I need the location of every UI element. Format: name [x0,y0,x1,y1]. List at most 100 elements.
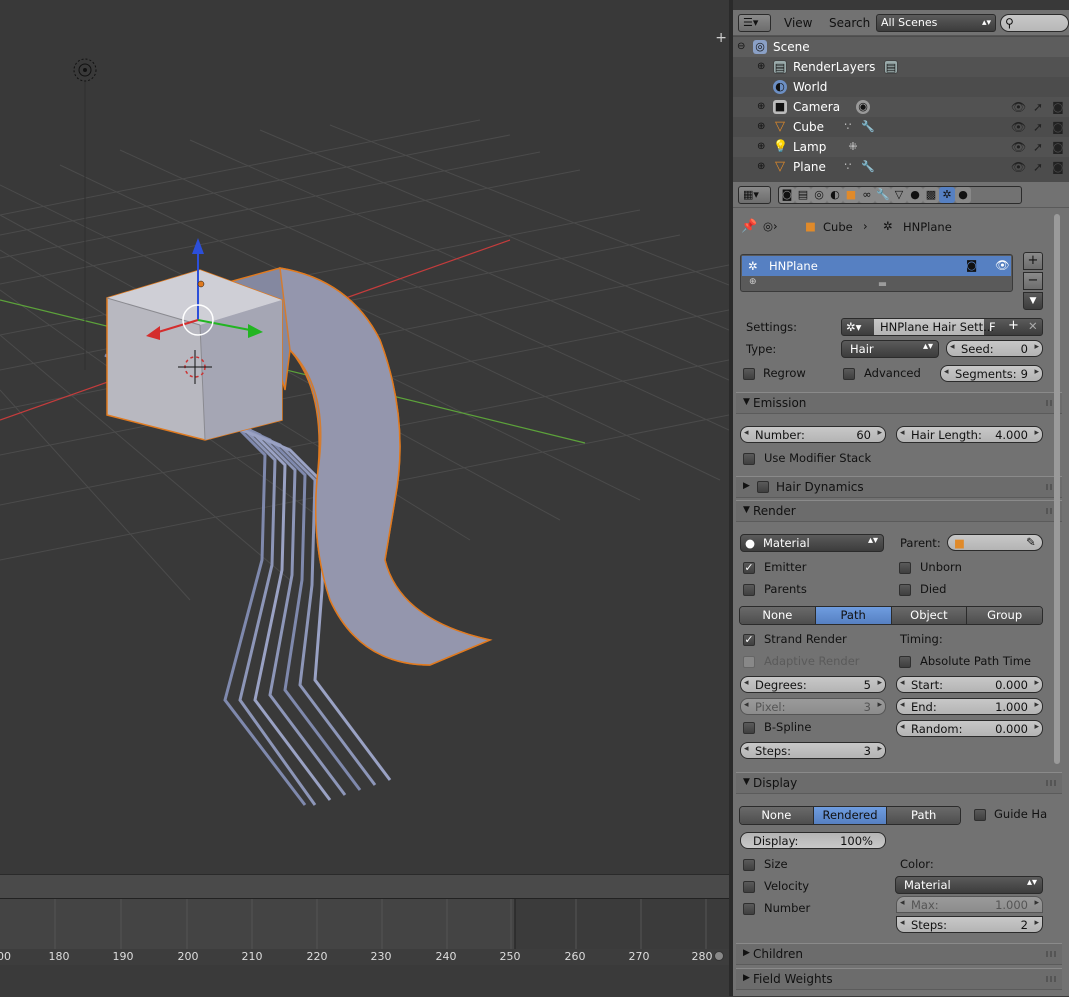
increment-arrow-icon[interactable]: ▸ [877,700,882,710]
cursor-select-icon[interactable]: ➚ [1031,100,1045,114]
add-particle-system-button[interactable]: + [1023,252,1043,270]
editor-type-button[interactable]: ☰▾ [738,14,771,32]
panel-grip-icon[interactable] [1046,780,1056,786]
outliner-row-scene[interactable]: ⊖ ◎ Scene [733,37,1069,57]
remove-particle-system-button[interactable]: − [1023,272,1043,290]
particles-tab-icon[interactable]: ✲ [939,187,955,203]
decrement-arrow-icon[interactable]: ◂ [744,700,749,710]
editor-type-button[interactable]: ▦▾ [738,186,771,204]
render-toggle-icon[interactable]: ◙ [966,258,977,272]
emitter-checkbox[interactable]: ✓ [743,562,755,574]
render-as-path[interactable]: Path [815,607,892,624]
timeline-area[interactable] [0,899,729,949]
adaptive-render-checkbox[interactable] [743,656,755,668]
search-input[interactable]: ⚲ [1000,14,1069,32]
outliner-row-lamp[interactable]: ⊕ 💡 Lamp ⁜ 👁 ➚ ◙ [733,137,1069,157]
random-field[interactable]: ◂ Random: 0.000 ▸ [896,720,1043,737]
outliner-row-renderlayers[interactable]: ⊕ ▤ RenderLayers ▤ [733,57,1069,77]
camera-render-icon[interactable]: ◙ [1051,160,1065,174]
type-dropdown[interactable]: Hair ▴▾ [841,340,939,358]
number-field[interactable]: ◂ Number: 60 ▸ [740,426,886,443]
outliner-row-world[interactable]: ◐ World [733,77,1069,97]
eye-icon[interactable]: 👁 [1011,160,1026,174]
increment-arrow-icon[interactable]: ▸ [1034,428,1039,438]
expand-icon[interactable]: ⊕ [757,137,765,157]
unborn-checkbox[interactable] [899,562,911,574]
hair-length-field[interactable]: ◂ Hair Length: 4.000 ▸ [896,426,1043,443]
velocity-checkbox[interactable] [743,881,755,893]
renderlayers-tab-icon[interactable]: ▤ [795,187,811,203]
guide-hairs-checkbox[interactable] [974,809,986,821]
absolute-path-time-checkbox[interactable] [899,656,911,668]
object-tab-icon[interactable]: ■ [843,187,859,203]
display-panel-header[interactable]: ▼ Display [736,772,1062,794]
decrement-arrow-icon[interactable]: ◂ [744,744,749,754]
collapse-icon[interactable]: ⊖ [737,37,745,57]
lamp-object[interactable] [73,58,97,82]
constraints-tab-icon[interactable]: ∞ [859,187,875,203]
render-panel-header[interactable]: ▼ Render [736,500,1062,522]
display-as-path[interactable]: Path [887,807,960,824]
display-steps-field[interactable]: ◂ Steps: 2 ▸ [896,916,1043,933]
display-mode-dropdown[interactable]: All Scenes ▴▾ [876,14,996,32]
decrement-arrow-icon[interactable]: ◂ [900,700,905,710]
fake-user-button[interactable]: F [989,320,996,334]
bspline-checkbox[interactable] [743,722,755,734]
increment-arrow-icon[interactable]: ▸ [1034,342,1039,352]
expand-icon[interactable]: ⊕ [757,57,765,77]
list-filter-icon[interactable]: ⊕ [749,277,757,287]
cursor-select-icon[interactable]: ➚ [1031,120,1045,134]
specials-menu-button[interactable]: ▼ [1023,292,1043,310]
eye-icon[interactable]: 👁 [1011,100,1026,114]
parent-field[interactable]: ■ ✎ [947,534,1043,551]
size-checkbox[interactable] [743,859,755,871]
increment-arrow-icon[interactable]: ▸ [1034,898,1039,908]
decrement-arrow-icon[interactable]: ◂ [900,722,905,732]
increment-arrow-icon[interactable]: ▸ [1034,918,1039,928]
increment-arrow-icon[interactable]: ▸ [877,428,882,438]
field-weights-panel-header[interactable]: ▶ Field Weights [736,968,1062,990]
particle-system-item[interactable]: ✲ HNPlane ◙ 👁 [742,256,1011,276]
visibility-eye-icon[interactable]: 👁 [995,258,1010,272]
decrement-arrow-icon[interactable]: ◂ [900,678,905,688]
settings-browse-icon[interactable]: ✲▾ [846,320,861,334]
render-tab-icon[interactable]: ◙ [779,187,795,203]
cursor-select-icon[interactable]: ➚ [1031,140,1045,154]
decrement-arrow-icon[interactable]: ◂ [900,428,905,438]
list-resize-grip-icon[interactable]: ═ [879,277,886,291]
expand-icon[interactable]: ⊕ [757,157,765,177]
display-percentage-slider[interactable]: Display: 100% [740,832,886,849]
outliner[interactable]: ☰▾ View Search All Scenes ▴▾ ⚲ ⊖ ◎ Scene… [733,10,1069,182]
end-field[interactable]: ◂ End: 1.000 ▸ [896,698,1043,715]
eye-icon[interactable]: 👁 [1011,140,1026,154]
camera-render-icon[interactable]: ◙ [1051,100,1065,114]
render-as-none[interactable]: None [740,607,816,624]
use-modifier-stack-checkbox[interactable] [743,453,755,465]
increment-arrow-icon[interactable]: ▸ [877,678,882,688]
eye-icon[interactable]: 👁 [1011,120,1026,134]
3d-viewport[interactable]: + [0,0,729,874]
material-dropdown[interactable]: ● Material ▴▾ [740,534,884,552]
frame-ruler[interactable]: 00 180 190 200 210 220 230 240 250 260 2… [0,949,729,965]
strand-render-checkbox[interactable]: ✓ [743,634,755,646]
max-field[interactable]: ◂ Max: 1.000 ▸ [896,896,1043,913]
scene-tab-icon[interactable]: ◎ [811,187,827,203]
regrow-checkbox[interactable] [743,368,755,380]
hair-dynamics-checkbox[interactable] [757,481,769,493]
unlink-settings-icon[interactable]: ✕ [1028,319,1038,333]
increment-arrow-icon[interactable]: ▸ [1034,700,1039,710]
properties-scrollbar[interactable] [1054,214,1060,764]
add-region-icon[interactable]: + [715,30,727,46]
number-checkbox[interactable] [743,903,755,915]
died-checkbox[interactable] [899,584,911,596]
segments-field[interactable]: ◂ Segments: 9 ▸ [940,365,1043,382]
world-tab-icon[interactable]: ◐ [827,187,843,203]
material-tab-icon[interactable]: ● [907,187,923,203]
decrement-arrow-icon[interactable]: ◂ [944,367,949,377]
start-field[interactable]: ◂ Start: 0.000 ▸ [896,676,1043,693]
outliner-row-cube[interactable]: ⊕ ▽ Cube ∵ 🔧 👁 ➚ ◙ [733,117,1069,137]
timeline-scroll-handle[interactable] [714,951,724,961]
texture-tab-icon[interactable]: ▩ [923,187,939,203]
display-as-rendered[interactable]: Rendered [813,807,888,824]
data-tab-icon[interactable]: ▽ [891,187,907,203]
